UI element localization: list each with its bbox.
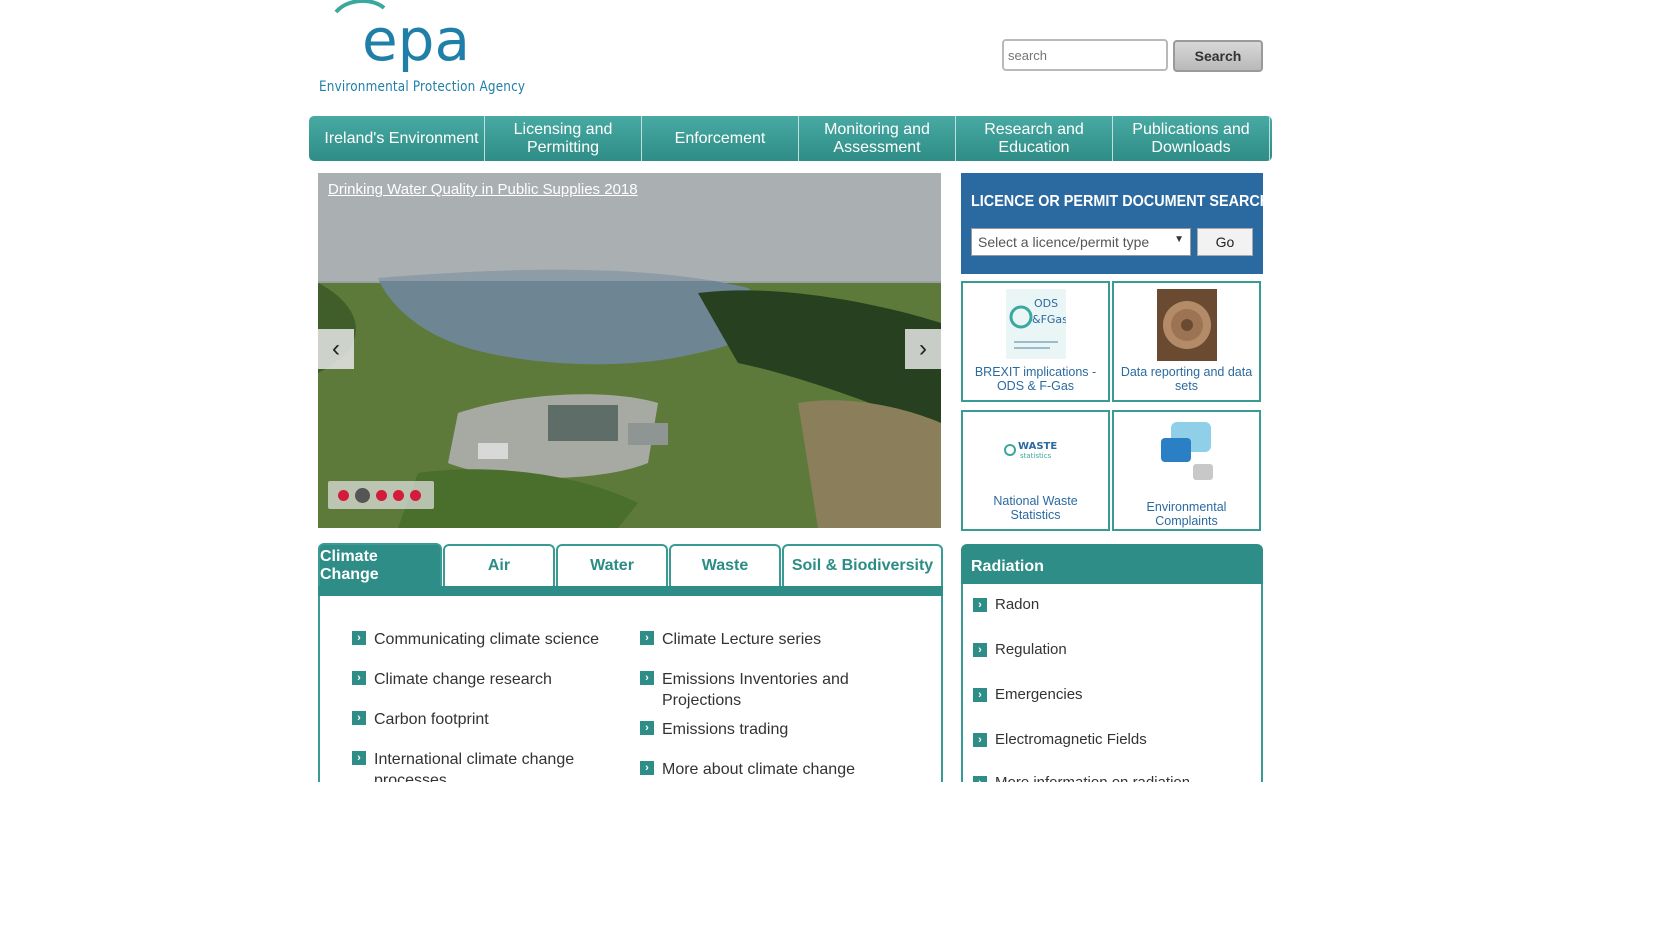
- link-label: Radon: [995, 596, 1040, 613]
- nav-item-enforcement[interactable]: Enforcement: [642, 116, 799, 161]
- arrow-bullet-icon: ›: [973, 776, 987, 782]
- link-climate-change-research[interactable]: › Climate change research: [352, 669, 612, 690]
- slider-dot-active[interactable]: [355, 487, 370, 503]
- waste-statistics-icon: WASTE statistics: [1003, 441, 1057, 460]
- link-emissions-inventories[interactable]: › Emissions Inventories and Projections: [640, 669, 860, 711]
- arrow-bullet-icon: ›: [352, 711, 366, 725]
- radiation-link-radon[interactable]: › Radon: [973, 596, 1039, 613]
- slider-dot[interactable]: [338, 489, 349, 501]
- link-more-climate-change[interactable]: › More about climate change: [640, 759, 900, 780]
- link-label: Communicating climate science: [374, 631, 599, 648]
- nav-item-monitoring[interactable]: Monitoring and Assessment: [799, 116, 956, 161]
- logo-wordmark: epa: [362, 6, 470, 74]
- radiation-link-emergencies[interactable]: › Emergencies: [973, 686, 1083, 703]
- link-label: Climate change research: [374, 671, 552, 688]
- tile-caption: National Waste Statistics: [993, 494, 1078, 522]
- licence-search-title: LICENCE OR PERMIT DOCUMENT SEARCH: [971, 193, 1271, 210]
- arrow-bullet-icon: ›: [973, 598, 987, 612]
- link-emissions-trading[interactable]: › Emissions trading: [640, 719, 900, 740]
- slider-dot[interactable]: [410, 489, 421, 501]
- svg-text:statistics: statistics: [1020, 452, 1052, 460]
- radiation-link-electromagnetic-fields[interactable]: › Electromagnetic Fields: [973, 731, 1147, 748]
- radiation-header: Radiation: [961, 544, 1263, 584]
- arrow-bullet-icon: ›: [973, 688, 987, 702]
- tab-panel-climate-change: › Communicating climate science › Climat…: [318, 596, 943, 782]
- link-label: More about climate change: [662, 761, 855, 778]
- link-carbon-footprint[interactable]: › Carbon footprint: [352, 709, 612, 730]
- main-nav: Ireland's Environment Licensing and Perm…: [309, 116, 1272, 161]
- licence-go-button[interactable]: Go: [1197, 228, 1253, 256]
- arrow-bullet-icon: ›: [640, 761, 654, 775]
- arrow-bullet-icon: ›: [352, 631, 366, 645]
- arrow-bullet-icon: ›: [973, 643, 987, 657]
- arrow-bullet-icon: ›: [973, 733, 987, 747]
- licence-select-value: Select a licence/permit type: [978, 234, 1150, 250]
- chevron-left-icon[interactable]: ‹: [318, 329, 354, 369]
- image-slider[interactable]: Drinking Water Quality in Public Supplie…: [318, 173, 941, 528]
- radiation-link-regulation[interactable]: › Regulation: [973, 641, 1067, 658]
- tab-air[interactable]: Air: [443, 544, 555, 586]
- sea-urchin-icon: [1156, 289, 1217, 361]
- tab-climate-change[interactable]: Climate Change: [318, 543, 442, 587]
- arrow-bullet-icon: ›: [352, 751, 366, 765]
- search-button[interactable]: Search: [1173, 40, 1263, 72]
- search-input[interactable]: [1002, 39, 1168, 71]
- logo-subtitle: Environmental Protection Agency: [319, 79, 526, 95]
- nav-item-publications[interactable]: Publications and Downloads: [1113, 116, 1270, 161]
- link-label: International climate change processes: [374, 751, 575, 782]
- licence-search-box: LICENCE OR PERMIT DOCUMENT SEARCH Select…: [961, 173, 1270, 274]
- radiation-link-more-information[interactable]: › More information on radiation: [973, 774, 1190, 782]
- tile-caption: Data reporting and data sets: [1120, 365, 1253, 393]
- slider-dot[interactable]: [393, 489, 404, 501]
- arrow-bullet-icon: ›: [640, 721, 654, 735]
- link-label: Regulation: [995, 641, 1067, 658]
- slider-dot[interactable]: [376, 489, 387, 501]
- tile-caption: Environmental Complaints: [1146, 500, 1227, 528]
- tab-waste[interactable]: Waste: [669, 544, 781, 586]
- link-label: Emergencies: [995, 686, 1083, 703]
- page: epa Environmental Protection Agency Sear…: [0, 0, 1659, 930]
- tab-soil-biodiversity[interactable]: Soil & Biodiversity: [782, 544, 943, 586]
- link-label: Electromagnetic Fields: [995, 731, 1147, 748]
- slider-dots: [328, 481, 434, 509]
- nav-item-irelands-environment[interactable]: Ireland's Environment: [319, 116, 485, 161]
- licence-type-select[interactable]: Select a licence/permit type ▼: [971, 228, 1191, 256]
- link-climate-lecture-series[interactable]: › Climate Lecture series: [640, 629, 900, 650]
- dropdown-caret-icon: ▼: [1174, 234, 1184, 245]
- link-international-climate-change[interactable]: › International climate change processes: [352, 749, 612, 782]
- tile-caption: BREXIT implications - ODS & F-Gas: [974, 365, 1097, 393]
- arrow-bullet-icon: ›: [640, 631, 654, 645]
- svg-text:ODS: ODS: [1034, 297, 1058, 310]
- chevron-right-icon[interactable]: ›: [905, 329, 941, 369]
- link-label: More information on radiation: [995, 774, 1190, 782]
- slide-caption-link[interactable]: Drinking Water Quality in Public Supplie…: [328, 181, 638, 198]
- tile-data-reporting[interactable]: Data reporting and data sets: [1112, 281, 1261, 402]
- nav-item-research[interactable]: Research and Education: [956, 116, 1113, 161]
- link-label: Carbon footprint: [374, 711, 489, 728]
- radiation-panel: › Radon › Regulation › Emergencies › Ele…: [961, 584, 1263, 782]
- epa-logo[interactable]: epa Environmental Protection Agency: [318, 0, 525, 100]
- ods-fgas-icon: ODS &FGas: [1005, 289, 1066, 359]
- tile-waste-statistics[interactable]: WASTE statistics National Waste Statisti…: [961, 410, 1110, 531]
- arrow-bullet-icon: ›: [640, 671, 654, 685]
- svg-text:&FGas: &FGas: [1032, 313, 1066, 326]
- arrow-bullet-icon: ›: [352, 671, 366, 685]
- epa-logo-mark: epa: [334, 0, 470, 74]
- radiation-title: Radiation: [971, 558, 1044, 575]
- tab-underline: [318, 586, 943, 596]
- link-label: Emissions Inventories and Projections: [662, 671, 849, 709]
- speech-bubbles-icon: [1160, 422, 1213, 480]
- tab-water[interactable]: Water: [556, 544, 668, 586]
- tile-brexit-ods[interactable]: ODS &FGas BREXIT implications - ODS & F-…: [961, 281, 1110, 402]
- tile-environmental-complaints[interactable]: Environmental Complaints: [1112, 410, 1261, 531]
- svg-text:WASTE: WASTE: [1018, 441, 1057, 452]
- link-label: Emissions trading: [662, 721, 789, 738]
- nav-item-licensing[interactable]: Licensing and Permitting: [485, 116, 642, 161]
- topic-tabs: Climate Change Air Water Waste Soil & Bi…: [318, 543, 943, 588]
- link-label: Climate Lecture series: [662, 631, 822, 648]
- link-communicating-climate-science[interactable]: › Communicating climate science: [352, 629, 612, 650]
